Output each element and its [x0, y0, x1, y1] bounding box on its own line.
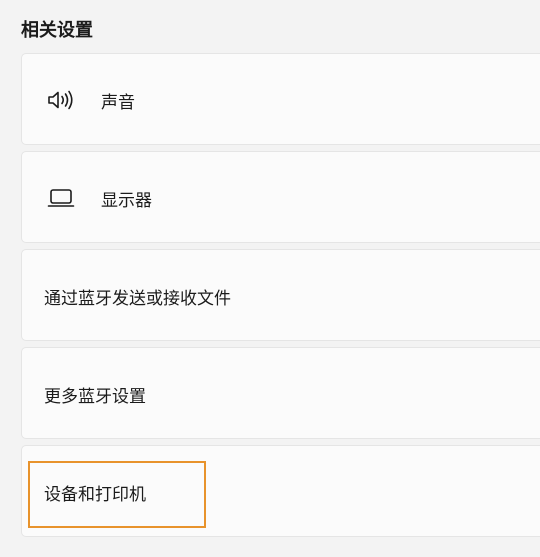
- settings-item-bluetooth-file-transfer[interactable]: 通过蓝牙发送或接收文件: [21, 249, 540, 341]
- settings-item-label: 设备和打印机: [44, 484, 146, 505]
- settings-item-label: 声音: [101, 92, 135, 113]
- settings-item-sound[interactable]: 声音: [21, 53, 540, 145]
- section-title: 相关设置: [21, 20, 93, 41]
- settings-item-label: 通过蓝牙发送或接收文件: [44, 288, 231, 309]
- settings-item-display[interactable]: 显示器: [21, 151, 540, 243]
- speaker-icon: [46, 88, 76, 112]
- laptop-icon: [46, 186, 76, 210]
- settings-item-devices-printers[interactable]: 设备和打印机: [21, 445, 540, 537]
- settings-item-more-bluetooth[interactable]: 更多蓝牙设置: [21, 347, 540, 439]
- settings-item-label: 显示器: [101, 190, 152, 211]
- settings-item-label: 更多蓝牙设置: [44, 386, 146, 407]
